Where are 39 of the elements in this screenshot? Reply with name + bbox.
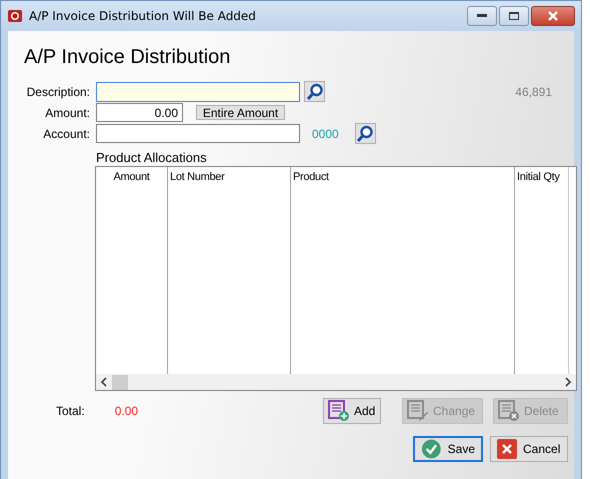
cancel-button[interactable]: Cancel xyxy=(490,436,568,462)
disk-x-icon xyxy=(498,400,520,422)
total-label: Total: xyxy=(56,404,85,418)
account-code: 0000 xyxy=(312,126,339,140)
total-value: 0.00 xyxy=(114,404,138,418)
disk-pencil-icon xyxy=(407,400,429,422)
scroll-left-icon[interactable] xyxy=(100,377,108,387)
amount-label: Amount: xyxy=(44,106,90,120)
column-header[interactable]: Lot Number xyxy=(168,171,290,183)
app-icon xyxy=(7,8,23,24)
description-field[interactable] xyxy=(96,82,300,102)
window-title: A/P Invoice Distribution Will Be Added xyxy=(29,9,256,23)
horizontal-scrollbar[interactable] xyxy=(96,374,576,390)
disk-plus-icon xyxy=(328,400,350,422)
amount-field[interactable]: 0.00 xyxy=(96,103,183,122)
column-header[interactable]: Amount xyxy=(96,171,167,183)
checkmark-icon xyxy=(421,438,442,460)
maximize-icon xyxy=(509,12,519,20)
search-button[interactable] xyxy=(354,123,376,144)
dialog-heading: A/P Invoice Distribution xyxy=(24,46,232,69)
close-icon xyxy=(497,439,517,459)
scroll-thumb[interactable] xyxy=(112,374,128,390)
close-button[interactable] xyxy=(531,6,575,26)
close-icon xyxy=(547,11,559,21)
column-header[interactable]: Initial Qty xyxy=(515,171,568,183)
minimize-button[interactable] xyxy=(467,6,497,26)
minimize-icon xyxy=(477,14,487,18)
entire-amount-button[interactable]: Entire Amount xyxy=(196,105,285,120)
maximize-button[interactable] xyxy=(499,6,529,26)
account-field[interactable] xyxy=(96,124,300,143)
search-button[interactable] xyxy=(304,81,325,102)
section-title: Product Allocations xyxy=(96,150,208,166)
account-label: Account: xyxy=(42,126,90,140)
description-label: Description: xyxy=(26,84,90,98)
add-button[interactable]: Add xyxy=(323,398,381,424)
scroll-right-icon[interactable] xyxy=(564,377,572,387)
save-button[interactable]: Save xyxy=(413,436,483,462)
record-number: 46,891 xyxy=(515,84,552,98)
column-header[interactable]: Product xyxy=(291,171,514,183)
